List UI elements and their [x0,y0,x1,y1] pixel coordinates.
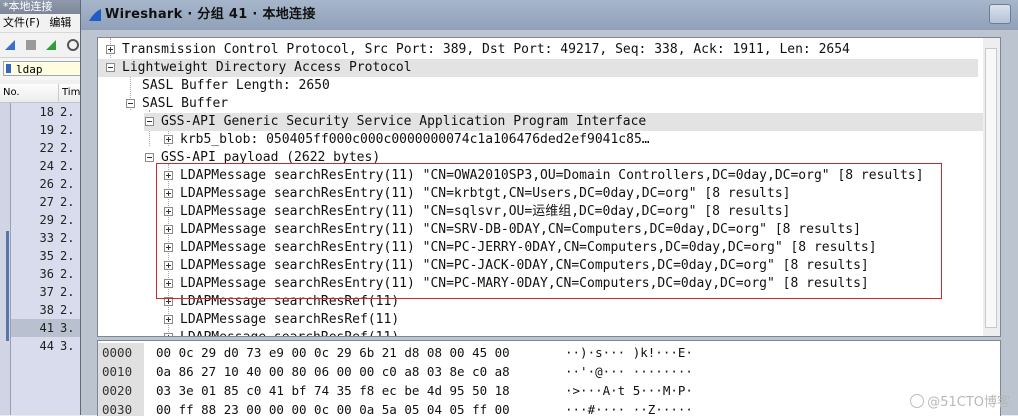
tree-row-tcp[interactable]: Transmission Control Protocol, Src Port:… [98,41,978,59]
hex-bytes: 00 0c 29 d0 73 e9 00 0c 29 6b 21 d8 08 0… [156,345,510,360]
packet-no: 18 [39,105,54,119]
hex-row[interactable]: 0030 00 ff 88 23 00 00 00 0c 00 0a 5a 05… [98,400,1000,416]
restart-capture-icon[interactable] [44,38,58,52]
detail-vertical-scrollbar[interactable] [983,37,1001,337]
packet-time: 3. [60,321,75,335]
wireshark-fin-icon [89,9,101,21]
hex-row[interactable]: 0010 0a 86 27 10 40 00 80 06 00 00 c0 a8… [98,362,1000,381]
collapse-minus-icon[interactable] [106,63,115,72]
display-filter-value: ldap [16,63,43,76]
tree-row-sasl-length[interactable]: SASL Buffer Length: 2650 [98,77,978,95]
collapse-minus-icon[interactable] [126,99,135,108]
tree-row-sasl-buffer[interactable]: SASL Buffer [98,95,978,113]
packet-time: 2. [60,105,75,119]
packet-no: 38 [39,303,54,317]
packet-bytes-pane: 0000 00 0c 29 d0 73 e9 00 0c 29 6b 21 d8… [97,340,1001,416]
packet-window-titlebar[interactable]: Wireshark · 分组 41 · 本地连接 [81,0,1018,30]
packet-time: 2. [60,213,75,227]
menu-file[interactable]: 文件(F) [3,16,40,29]
tree-row-ldap-message[interactable]: LDAPMessage searchResRef(11) [98,311,978,329]
hex-ascii: ··'·@··· ········ [565,364,693,379]
window-control-button[interactable] [989,4,1011,24]
capture-options-icon[interactable] [66,38,80,52]
expand-plus-icon[interactable] [106,45,115,54]
hex-ascii: ··)·s··· )k!···E· [565,345,693,360]
packet-no: 37 [39,285,54,299]
packet-detail-window: Wireshark · 分组 41 · 本地连接 Transmission Co… [80,0,1018,416]
packet-no: 26 [39,177,54,191]
hex-bytes: 03 3e 01 85 c0 41 bf 74 35 f8 ec be 4d 9… [156,383,510,398]
scrollbar-thumb[interactable] [985,48,997,328]
tree-row-label: Lightweight Directory Access Protocol [122,60,412,75]
packet-time: 2. [60,267,75,281]
related-packets-marker [6,231,9,341]
hex-offset: 0010 [98,362,144,381]
packet-time: 2. [60,249,75,263]
watermark-text: @51CTO博客 [927,395,1010,410]
expand-plus-icon[interactable] [164,315,173,324]
menu-edit[interactable]: 编辑 [49,16,71,29]
bookmark-icon [6,64,11,73]
tree-row-gssapi[interactable]: GSS-API Generic Security Service Applica… [144,113,1000,131]
column-header-time[interactable]: Tim [58,84,80,102]
tree-row-label: LDAPMessage searchResRef(11) [180,329,399,336]
packet-time: 2. [60,141,75,155]
packet-no: 33 [39,231,54,245]
hex-ascii: ···#···· ··Z····· [565,402,693,416]
hex-offset: 0020 [98,381,144,400]
packet-no: 19 [39,123,54,137]
conversation-gutter [0,103,11,415]
tree-row-label: SASL Buffer Length: 2650 [142,78,330,93]
hex-offset: 0000 [98,343,144,362]
hex-bytes: 00 ff 88 23 00 00 00 0c 00 0a 5a 05 04 0… [156,402,510,416]
packet-time: 3. [60,339,75,353]
packet-no: 22 [39,141,54,155]
tree-row-label: Transmission Control Protocol, Src Port:… [122,42,850,57]
packet-no: 35 [39,249,54,263]
packet-no: 27 [39,195,54,209]
packet-no: 24 [39,159,54,173]
packet-no: 36 [39,267,54,281]
tree-row-label: krb5_blob: 050405ff000c000c0000000074c1a… [180,132,650,147]
tree-row-ldap-message[interactable]: LDAPMessage searchResRef(11) [98,329,978,336]
watermark-logo-icon [910,394,925,408]
packet-time: 2. [60,177,75,191]
hex-row[interactable]: 0000 00 0c 29 d0 73 e9 00 0c 29 6b 21 d8… [98,343,1000,362]
watermark: @51CTO博客 [910,391,1010,410]
collapse-minus-icon[interactable] [145,153,154,162]
packet-detail-tree: Transmission Control Protocol, Src Port:… [97,37,1001,337]
packet-time: 2. [60,195,75,209]
stop-capture-icon[interactable] [24,38,38,52]
tree-row-label: LDAPMessage searchResRef(11) [180,312,400,327]
tree-row-label: GSS-API Generic Security Service Applica… [161,114,647,129]
column-header-no[interactable]: No. [3,84,20,102]
packet-time: 2. [60,159,75,173]
tree-row-ldap[interactable]: Lightweight Directory Access Protocol [98,59,978,77]
packet-no: 44 [39,339,54,353]
expand-plus-icon[interactable] [164,135,173,144]
hex-bytes: 0a 86 27 10 40 00 80 06 00 00 c0 a8 03 8… [156,364,510,379]
expand-plus-icon[interactable] [164,333,173,336]
packet-time: 2. [60,123,75,137]
hex-row[interactable]: 0020 03 3e 01 85 c0 41 bf 74 35 f8 ec be… [98,381,1000,400]
packet-time: 2. [60,231,75,245]
packet-no: 29 [39,213,54,227]
shark-fin-start-icon[interactable] [3,38,17,52]
packet-window-title: Wireshark · 分组 41 · 本地连接 [105,7,316,22]
packet-time: 2. [60,303,75,317]
hex-offset: 0030 [98,400,144,416]
packet-no: 41 [39,321,54,335]
hex-ascii: ·>···A·t 5···M·P· [565,383,693,398]
collapse-minus-icon[interactable] [145,117,154,126]
highlight-annotation-box [156,163,942,299]
packet-time: 2. [60,285,75,299]
tree-row-krb5-blob[interactable]: krb5_blob: 050405ff000c000c0000000074c1a… [98,131,978,149]
tree-row-label: SASL Buffer [142,96,229,111]
